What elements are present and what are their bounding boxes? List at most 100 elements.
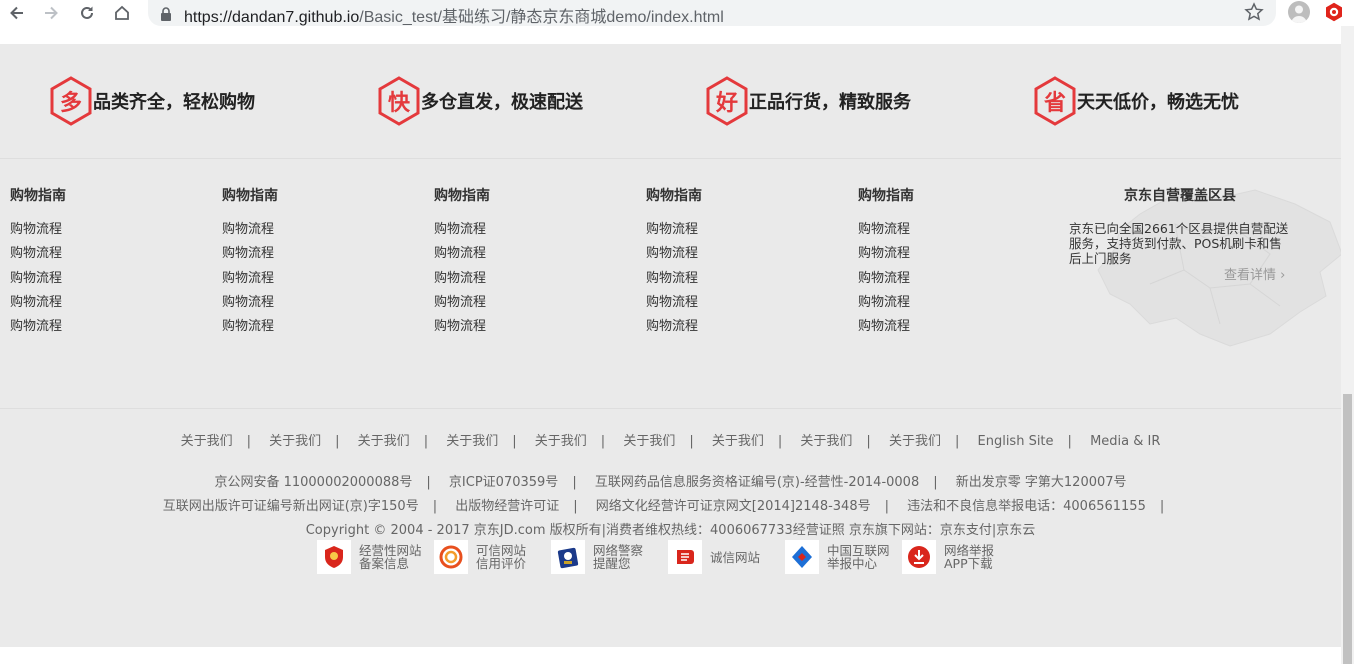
footer-link[interactable]: 关于我们 [446,434,498,449]
badge-integrity-site[interactable]: 诚信网站 [668,540,785,574]
guide-link[interactable]: 购物流程 [10,218,190,242]
link-separator: | [866,434,871,449]
license-text[interactable]: 出版物经营许可证 [455,499,559,514]
guide-link[interactable]: 购物流程 [646,267,826,291]
guide-link[interactable]: 购物流程 [434,218,614,242]
guide-column: 购物指南 购物流程 购物流程 购物流程 购物流程 购物流程 [10,186,190,339]
bookmark-star-icon[interactable] [1244,2,1264,26]
license-text[interactable]: 互联网出版许可证编号新出网证(京)字150号 [163,499,419,514]
footer-link[interactable]: 关于我们 [535,434,587,449]
license-text[interactable]: 网络文化经营许可证京网文[2014]2148-348号 [596,499,871,514]
profile-avatar-icon[interactable] [1288,1,1310,23]
license-text[interactable]: 新出发京零 字第大120007号 [956,475,1127,490]
coverage-details-link[interactable]: 查看详情 › [1224,264,1285,283]
address-bar[interactable]: https://dandan7.github.io/Basic_test/基础练… [148,0,1276,26]
footer-link[interactable]: 关于我们 [712,434,764,449]
link-separator: | [933,475,938,490]
badge-icp-record[interactable]: 经营性网站 备案信息 [317,540,434,574]
service-char: 快 [387,91,410,116]
license-text[interactable]: 互联网药品信息服务资格证编号(京)-经营性-2014-0008 [595,475,919,490]
guide-link[interactable]: 购物流程 [10,315,190,339]
home-icon[interactable] [110,1,134,25]
coverage-text: 京东已向全国2661个区县提供自营配送服务，支持货到付款、POS机刷卡和售后上门… [1069,221,1289,266]
link-separator: | [573,499,578,514]
guide-link[interactable]: 购物流程 [10,242,190,266]
media-ir-link[interactable]: Media & IR [1090,434,1160,449]
service-item-kuai: 快 多仓直发，极速配送 [377,76,583,126]
guide-link[interactable]: 购物流程 [222,267,402,291]
license-text[interactable]: 违法和不良信息举报电话：4006561155 [907,499,1146,514]
guide-link[interactable]: 购物流程 [222,291,402,315]
guide-link[interactable]: 购物流程 [434,315,614,339]
footer-link[interactable]: 关于我们 [889,434,941,449]
police-shield-icon [317,540,351,574]
link-separator: | [884,499,889,514]
license-line-1: 京公网安备 11000002000088号 | 京ICP证070359号 | 互联网… [0,471,1341,490]
url-host: https://dandan7.github.io [184,9,360,26]
guide-link[interactable]: 购物流程 [646,242,826,266]
badge-cyber-police[interactable]: 网络警察 提醒您 [551,540,668,574]
copyright-text: Copyright © 2004 - 2017 京东JD.com 版权所有|消费… [305,523,1036,538]
forward-icon[interactable] [39,1,63,25]
footer-link[interactable]: 关于我们 [269,434,321,449]
license-text[interactable]: 京ICP证070359号 [449,475,558,490]
service-text: 天天低价，畅选无忧 [1077,92,1239,113]
hexagon-badge-icon: 多 [49,76,93,126]
link-separator: | [432,499,438,514]
link-separator: | [600,434,606,449]
english-site-link[interactable]: English Site [978,434,1054,449]
guide-link[interactable]: 购物流程 [434,242,614,266]
guide-link[interactable]: 购物流程 [10,291,190,315]
service-item-hao: 好 正品行货，精致服务 [705,76,911,126]
service-char: 省 [1043,91,1066,116]
page-bottom-strip [0,647,1341,664]
badge-report-app[interactable]: 网络举报 APP下载 [902,540,1019,574]
guide-link[interactable]: 购物流程 [222,218,402,242]
badge-line2: 举报中心 [827,556,878,571]
section-divider [0,158,1341,159]
report-app-icon [902,540,936,574]
guide-link[interactable]: 购物流程 [222,242,402,266]
link-separator: | [335,434,340,449]
guide-link[interactable]: 购物流程 [434,267,614,291]
guide-link[interactable]: 购物流程 [858,291,1038,315]
extension-icon[interactable] [1324,2,1344,22]
guide-title: 购物指南 [222,188,278,204]
guide-title: 购物指南 [858,188,914,204]
link-separator: | [954,434,960,449]
footer-link[interactable]: 关于我们 [181,434,233,449]
url-text: https://dandan7.github.io/Basic_test/基础练… [184,3,724,27]
guide-link[interactable]: 购物流程 [858,315,1038,339]
badge-report-center[interactable]: 中国互联网 举报中心 [785,540,902,574]
footer-link[interactable]: 关于我们 [623,434,675,449]
vertical-scrollbar[interactable] [1341,26,1354,664]
guide-title: 购物指南 [646,188,702,204]
link-separator: | [512,434,517,449]
guide-link[interactable]: 购物流程 [646,291,826,315]
badge-trusted-site[interactable]: 可信网站 信用评价 [434,540,551,574]
guide-link[interactable]: 购物流程 [858,267,1038,291]
guide-link[interactable]: 购物流程 [858,218,1038,242]
scrollbar-thumb[interactable] [1343,394,1352,664]
hexagon-badge-icon: 省 [1033,76,1077,126]
link-separator: | [572,475,577,490]
footer-link[interactable]: 关于我们 [800,434,852,449]
badge-line1: 诚信网站 [710,549,761,565]
guide-link[interactable]: 购物流程 [10,267,190,291]
link-separator: | [777,434,783,449]
guide-column: 购物指南 购物流程 购物流程 购物流程 购物流程 购物流程 [646,186,826,339]
guide-link[interactable]: 购物流程 [434,291,614,315]
license-text[interactable]: 京公网安备 11000002000088号 [214,475,412,490]
badge-line2: APP下载 [944,556,993,571]
service-item-duo: 多 品类齐全，轻松购物 [49,76,255,126]
guide-link[interactable]: 购物流程 [646,218,826,242]
guide-link[interactable]: 购物流程 [858,242,1038,266]
guide-link[interactable]: 购物流程 [646,315,826,339]
link-separator: | [1159,499,1165,514]
reload-icon[interactable] [75,1,99,25]
footer-link[interactable]: 关于我们 [358,434,410,449]
back-icon[interactable] [5,1,29,25]
license-line-2: 互联网出版许可证编号新出网证(京)字150号 | 出版物经营许可证 | 网络文化经营… [0,495,1341,514]
guide-link[interactable]: 购物流程 [222,315,402,339]
guide-column: 购物指南 购物流程 购物流程 购物流程 购物流程 购物流程 [858,186,1038,339]
